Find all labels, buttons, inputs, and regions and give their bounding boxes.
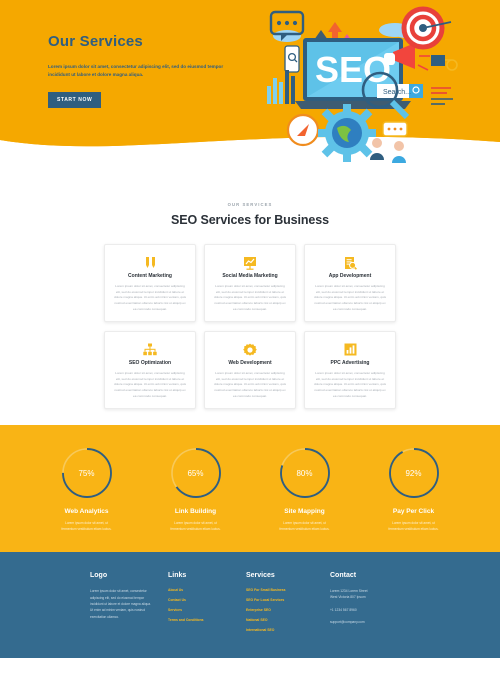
stat-description: Lorem ipsum dolor sit amet, ut fermentum… [170,521,221,532]
seo-laptop-illustration: SEO Search... [267,6,458,163]
stat-percent: 65% [187,468,204,478]
presentation-chart-icon [213,255,287,270]
section-title: SEO Services for Business [171,213,329,227]
service-card-title: SEO Optimization [128,360,172,366]
progress-ring: 92% [388,447,440,499]
stat-percent: 75% [78,468,95,478]
hero-section: SEO Search... Our Services Lorem ipsum d… [0,0,500,180]
footer-links-heading: Links [168,572,187,580]
footer-link[interactable]: Contact Us [168,598,246,602]
service-card[interactable]: Web Development Lorem ipsum dolor sit am… [204,331,296,409]
service-card-title: Web Development [228,360,272,366]
service-card[interactable]: SEO Optimization Lorem ipsum dolor sit a… [104,331,196,409]
service-card-title: Social Media Marketing [222,273,278,279]
footer-link[interactable]: Terms and Conditions [168,618,246,622]
gear-icon [213,342,287,357]
document-search-icon [313,255,387,270]
service-card-title: PPC Advertising [330,360,370,366]
stat-description: Lorem ipsum dolor sit amet, ut fermentum… [61,521,112,532]
sitemap-icon [113,342,187,357]
progress-ring: 75% [61,447,113,499]
service-card-text: Lorem ipsum dolor sit amet, consectetur … [113,284,187,311]
footer-service-link[interactable]: Enterprise SEO [246,608,330,612]
footer-column-links: Links About Us Contact Us Services Terms… [168,572,246,638]
section-eyebrow: OUR SERVICES [227,202,273,207]
footer-logo-heading: Logo [90,572,108,580]
service-card-title: Content Marketing [128,273,172,279]
site-footer: Logo Lorem ipsum dolor sit amet, consect… [0,552,500,659]
stat-description: Lorem ipsum dolor sit amet, ut fermentum… [279,521,330,532]
footer-service-link[interactable]: National SEO [246,618,330,622]
stat-label: Link Building [174,508,217,515]
footer-column-logo: Logo Lorem ipsum dolor sit amet, consect… [90,572,168,638]
footer-column-services: Services SEO For Small Business SEO For … [246,572,330,638]
svg-text:SEO: SEO [315,49,391,90]
stat-item: 75% Web Analytics Lorem ipsum dolor sit … [38,447,136,532]
service-card[interactable]: PPC Advertising Lorem ipsum dolor sit am… [304,331,396,409]
service-card-text: Lorem ipsum dolor sit amet, consectetur … [213,284,287,311]
service-card[interactable]: Social Media Marketing Lorem ipsum dolor… [204,244,296,322]
footer-column-contact: Contact Lorem 1234 Lorem Street West Vic… [330,572,410,638]
service-card-text: Lorem ipsum dolor sit amet, consectetur … [113,371,187,398]
service-card[interactable]: App Development Lorem ipsum dolor sit am… [304,244,396,322]
stat-label: Site Mapping [284,508,325,515]
pens-icon [113,255,187,270]
service-card-title: App Development [328,273,372,279]
landing-page: SEO Search... Our Services Lorem ipsum d… [0,0,500,674]
footer-service-link[interactable]: SEO For Small Business [246,588,330,592]
service-card-text: Lorem ipsum dolor sit amet, consectetur … [313,371,387,398]
start-now-button[interactable]: START NOW [48,92,102,109]
footer-about-text: Lorem ipsum dolor sit amet, consectetur … [90,589,151,619]
footer-service-link[interactable]: SEO For Local Services [246,598,330,602]
service-card-grid: Content Marketing Lorem ipsum dolor sit … [0,244,500,409]
progress-ring: 65% [170,447,222,499]
services-section: OUR SERVICES SEO Services for Business C… [0,180,500,425]
stat-description: Lorem ipsum dolor sit amet, ut fermentum… [388,521,439,532]
service-card-text: Lorem ipsum dolor sit amet, consectetur … [213,371,287,398]
stats-section: 75% Web Analytics Lorem ipsum dolor sit … [0,425,500,553]
page-title: Our Services [48,33,143,50]
contact-phone[interactable]: +1 1234 567 8960 [330,607,410,613]
footer-contact-heading: Contact [330,572,357,580]
progress-ring: 80% [279,447,331,499]
service-card-text: Lorem ipsum dolor sit amet, consectetur … [313,284,387,311]
stat-item: 65% Link Building Lorem ipsum dolor sit … [147,447,245,532]
footer-services-heading: Services [246,572,275,580]
hero-subtitle: Lorem ipsum dolor sit amet, consectetur … [48,64,224,78]
footer-link[interactable]: About Us [168,588,246,592]
stat-percent: 80% [296,468,313,478]
hero-copy: Our Services Lorem ipsum dolor sit amet,… [48,33,288,109]
stat-label: Pay Per Click [392,508,435,515]
service-card[interactable]: Content Marketing Lorem ipsum dolor sit … [104,244,196,322]
stat-label: Web Analytics [64,508,109,515]
footer-link[interactable]: Services [168,608,246,612]
contact-email[interactable]: support@company.com [330,619,410,625]
stat-item: 80% Site Mapping Lorem ipsum dolor sit a… [256,447,354,532]
footer-service-link[interactable]: International SEO [246,628,330,632]
contact-address-line-2: West Victoria 807 Ipsum [330,595,366,600]
stat-item: 92% Pay Per Click Lorem ipsum dolor sit … [365,447,463,532]
bar-chart-icon [313,342,387,357]
stat-percent: 92% [405,468,422,478]
